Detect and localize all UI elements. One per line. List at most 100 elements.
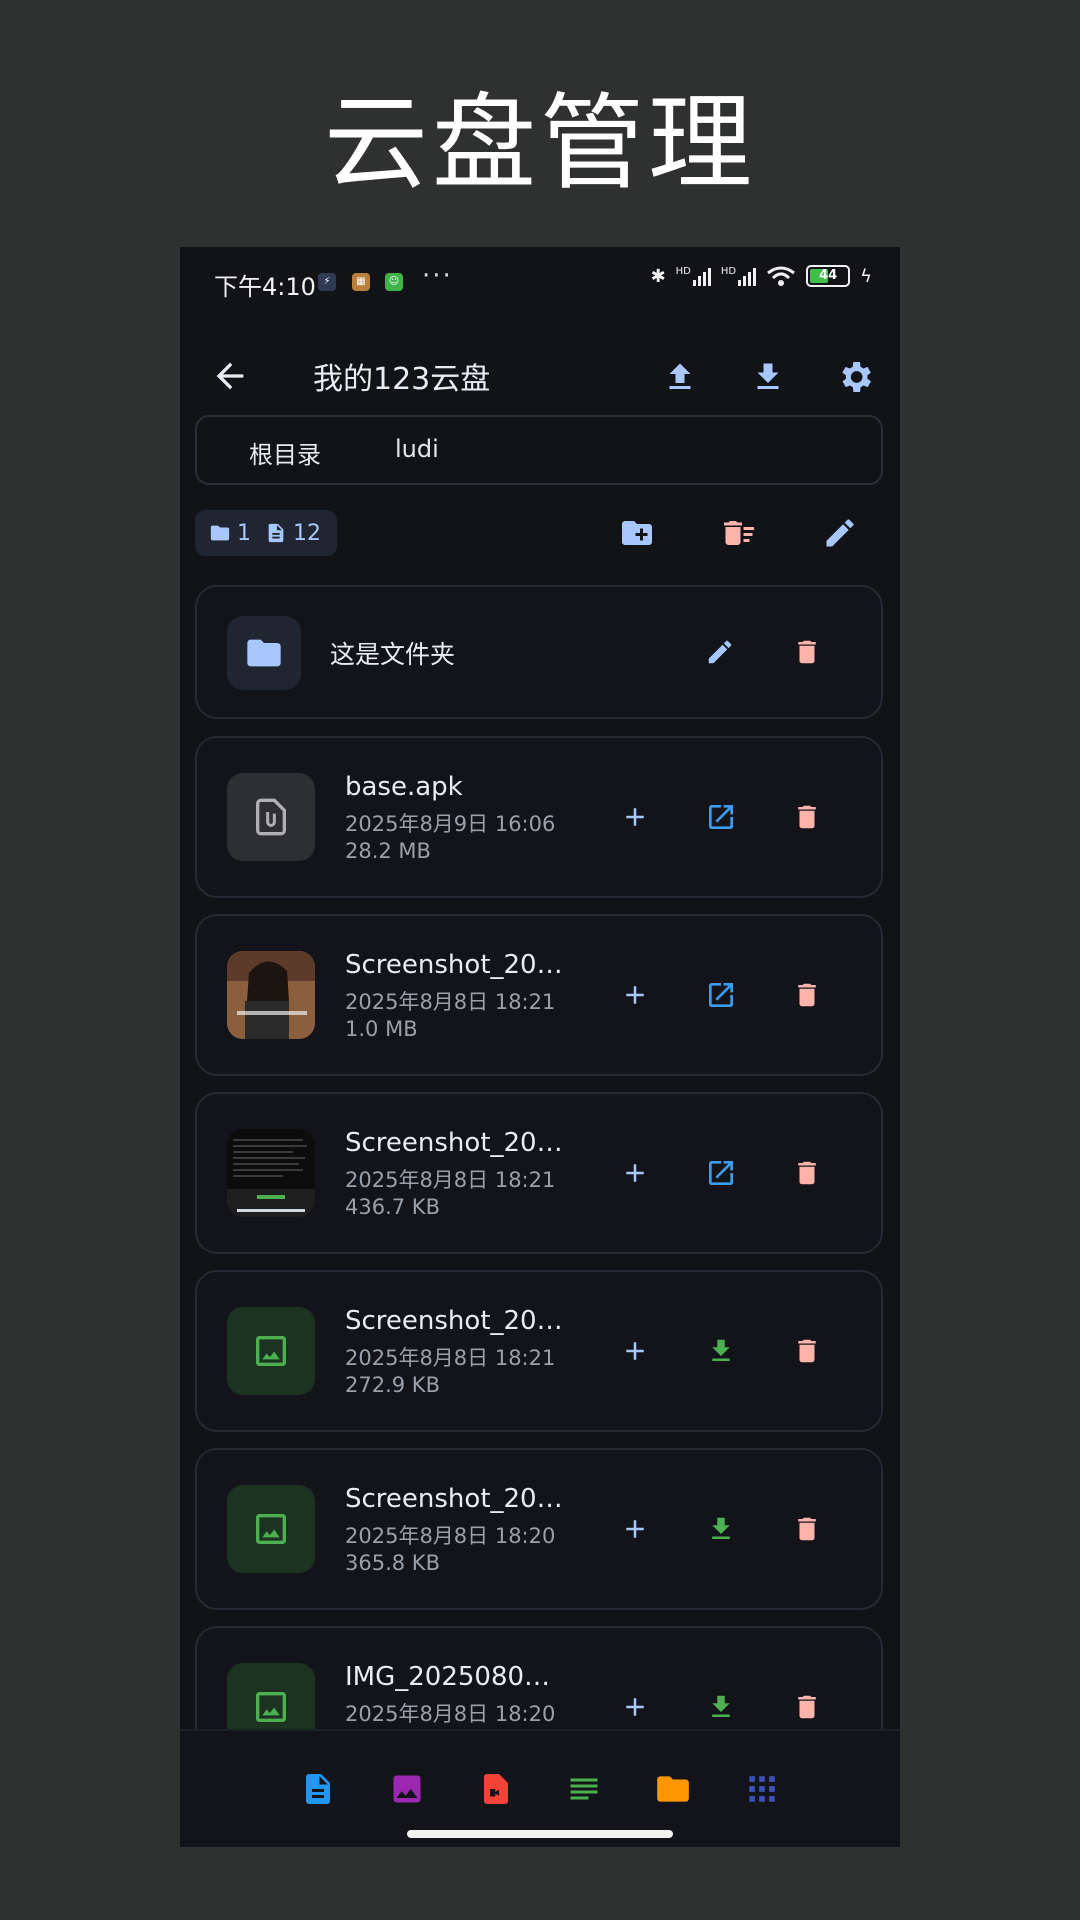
folder-icon [247,639,281,667]
document-icon [268,523,284,543]
breadcrumb: 根目录 ludi [195,415,883,485]
delete-file-button[interactable] [784,1150,830,1196]
file-name: IMG_2025080… [345,1662,551,1692]
folder-card[interactable]: 这是文件夹 [195,585,883,719]
signal-1-icon: HD [676,266,711,286]
folder-icon [210,525,230,541]
file-card[interactable]: Screenshot_20… 2025年8月8日 18:21 436.7 KB [195,1092,883,1254]
trash-icon [798,1695,816,1719]
bluetooth-icon: ✱ [650,265,666,287]
gear-icon [842,362,871,392]
folders-icon [657,1776,689,1802]
download-icon [712,1339,730,1361]
file-date: 2025年8月8日 18:21 [345,1168,556,1192]
plus-icon [626,1342,644,1360]
nav-apps[interactable] [742,1769,782,1809]
edit-button[interactable] [815,508,865,558]
add-button[interactable] [612,794,658,840]
file-size: 1.0 MB [345,1017,418,1041]
delete-sweep-icon [724,521,754,545]
nav-folders[interactable] [653,1769,693,1809]
notification-icon-3: ☺ [385,273,403,291]
notification-icon-2: ▦ [352,273,370,291]
delete-folder-button[interactable] [784,629,830,675]
plus-icon [626,1164,644,1182]
add-button[interactable] [612,1150,658,1196]
folder-thumb [227,616,301,690]
image-icon [256,1514,286,1544]
file-card[interactable]: Screenshot_20… 2025年8月8日 18:21 272.9 KB [195,1270,883,1432]
download-icon [712,1695,730,1717]
delete-file-button[interactable] [784,794,830,840]
delete-file-button[interactable] [784,1506,830,1552]
pencil-icon [826,519,854,547]
add-button[interactable] [612,1684,658,1730]
file-card[interactable]: base.apk 2025年8月9日 16:06 28.2 MB [195,736,883,898]
wifi-icon [767,266,796,286]
file-size: 272.9 KB [345,1373,440,1397]
trash-icon [798,1161,816,1185]
arrow-left-icon [216,362,244,390]
nav-text[interactable] [564,1769,604,1809]
breadcrumb-current[interactable]: ludi [395,435,439,463]
open-file-button[interactable] [698,972,744,1018]
trash-icon [798,983,816,1007]
trash-icon [798,1517,816,1541]
add-button[interactable] [612,972,658,1018]
rename-folder-button[interactable] [697,629,743,675]
phone-screen: 下午4:10 ⚡ ▦ ☺ ··· ✱ HD HD 44 ϟ 我的123云盘 根目… [180,247,900,1847]
create-folder-icon [622,521,652,545]
page-title: 我的123云盘 [313,362,491,397]
file-size: 28.2 MB [345,839,431,863]
batch-delete-button[interactable] [714,508,764,558]
upload-button[interactable] [655,352,705,402]
back-button[interactable] [210,356,250,396]
status-time: 下午4:10 [214,273,316,301]
delete-file-button[interactable] [784,1684,830,1730]
open-file-button[interactable] [698,794,744,840]
plus-icon [626,986,644,1004]
nav-images[interactable] [387,1769,427,1809]
item-counts-badge: 1 12 [195,510,337,556]
plus-icon [626,1698,644,1716]
file-name: Screenshot_20… [345,1484,563,1514]
folder-name: 这是文件夹 [330,640,456,669]
nav-videos[interactable] [476,1769,516,1809]
add-button[interactable] [612,1506,658,1552]
documents-icon [306,1774,330,1804]
more-notifications-icon: ··· [422,261,453,291]
delete-file-button[interactable] [784,1328,830,1374]
delete-file-button[interactable] [784,972,830,1018]
file-attachment-icon [256,798,286,836]
file-thumbnail [227,773,315,861]
settings-button[interactable] [830,352,880,402]
open-file-button[interactable] [698,1150,744,1196]
images-icon [393,1775,421,1803]
download-file-button[interactable] [698,1684,744,1730]
file-date: 2025年8月9日 16:06 [345,812,556,836]
file-name: base.apk [345,772,463,802]
breadcrumb-root[interactable]: 根目录 [249,435,321,470]
signal-2-icon: HD [721,266,757,286]
download-file-button[interactable] [698,1328,744,1374]
download-icon [712,1517,730,1539]
file-thumbnail [227,1485,315,1573]
home-indicator[interactable] [407,1830,673,1838]
screenshot-thumbnail [227,1129,315,1217]
file-card[interactable]: Screenshot_20… 2025年8月8日 18:20 365.8 KB [195,1448,883,1610]
file-size: 436.7 KB [345,1195,440,1219]
videos-icon [484,1774,508,1804]
download-file-button[interactable] [698,1506,744,1552]
file-date: 2025年8月8日 18:20 [345,1702,556,1726]
open-external-icon [709,805,733,829]
plus-icon [626,808,644,826]
nav-documents[interactable] [298,1769,338,1809]
file-thumbnail [227,1307,315,1395]
new-folder-button[interactable] [612,508,662,558]
open-external-icon [709,1161,733,1185]
add-button[interactable] [612,1328,658,1374]
file-card[interactable]: Screenshot_20… 2025年8月8日 18:21 1.0 MB [195,914,883,1076]
download-button[interactable] [743,352,793,402]
file-count: 12 [293,520,321,546]
hero-title: 云盘管理 [323,82,756,204]
